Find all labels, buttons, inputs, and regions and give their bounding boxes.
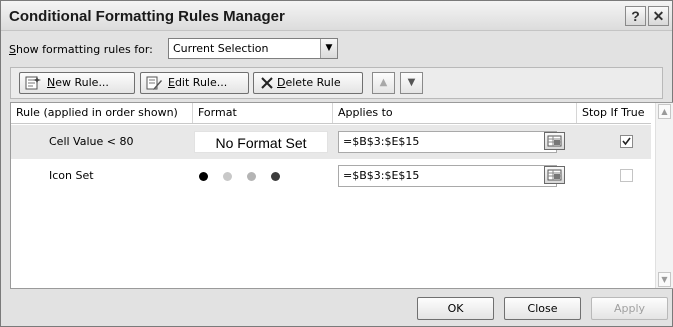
rule-row[interactable]: Icon Set =$B$3:$E$15 <box>11 159 651 193</box>
move-up-arrow-icon[interactable]: ▲ <box>372 72 395 94</box>
close-button[interactable]: Close <box>504 297 581 320</box>
stop-if-true-checkbox[interactable] <box>620 169 633 182</box>
close-window-button[interactable]: ✕ <box>648 6 669 26</box>
icon-set-dot-icon <box>271 172 280 181</box>
help-button[interactable]: ? <box>625 6 646 26</box>
new-rule-icon <box>25 76 41 90</box>
rules-grid-header: Rule (applied in order shown) Format App… <box>11 103 651 124</box>
scroll-down-icon[interactable]: ▼ <box>658 272 671 287</box>
move-down-arrow-icon[interactable]: ▼ <box>400 72 423 94</box>
edit-rule-label: Edit Rule... <box>168 76 228 89</box>
icon-set-dot-icon <box>223 172 232 181</box>
column-header-format[interactable]: Format <box>193 103 333 123</box>
icon-set-dot-icon <box>247 172 256 181</box>
range-selector-icon[interactable] <box>544 166 565 184</box>
rules-toolbar: New Rule... Edit Rule... Delete Rule ▲ ▼ <box>10 67 663 99</box>
ok-button[interactable]: OK <box>417 297 494 320</box>
delete-rule-label: Delete Rule <box>277 76 341 89</box>
applies-to-input[interactable]: =$B$3:$E$15 <box>338 165 557 187</box>
column-header-stop-if-true[interactable]: Stop If True <box>577 103 651 123</box>
range-selector-icon[interactable] <box>544 132 565 150</box>
chevron-down-icon[interactable]: ▼ <box>320 39 337 58</box>
title-bar: Conditional Formatting Rules Manager ? ✕ <box>1 1 672 31</box>
conditional-formatting-dialog: Conditional Formatting Rules Manager ? ✕… <box>0 0 673 327</box>
edit-rule-button[interactable]: Edit Rule... <box>140 72 249 94</box>
rules-grid: Rule (applied in order shown) Format App… <box>10 102 673 289</box>
edit-rule-icon <box>146 76 162 90</box>
icon-set-dot-icon <box>199 172 208 181</box>
window-title: Conditional Formatting Rules Manager <box>9 8 285 25</box>
rule-name: Icon Set <box>49 169 94 182</box>
format-preview: No Format Set <box>194 131 328 153</box>
show-rules-dropdown[interactable]: Current Selection ▼ <box>168 38 338 59</box>
rule-row[interactable]: Cell Value < 80 No Format Set =$B$3:$E$1… <box>11 125 651 159</box>
new-rule-label: New Rule... <box>47 76 109 89</box>
delete-x-icon <box>259 76 275 90</box>
rule-name: Cell Value < 80 <box>49 135 134 148</box>
new-rule-button[interactable]: New Rule... <box>19 72 135 94</box>
apply-button[interactable]: Apply <box>591 297 668 320</box>
column-header-applies-to[interactable]: Applies to <box>333 103 577 123</box>
delete-rule-button[interactable]: Delete Rule <box>253 72 363 94</box>
scroll-up-icon[interactable]: ▲ <box>658 104 671 119</box>
applies-to-input[interactable]: =$B$3:$E$15 <box>338 131 557 153</box>
show-rules-label: Show formatting rules for: <box>9 43 153 56</box>
show-rules-selected-value: Current Selection <box>173 42 269 55</box>
stop-if-true-checkbox[interactable] <box>620 135 633 148</box>
column-header-rule[interactable]: Rule (applied in order shown) <box>11 103 193 123</box>
rules-grid-scrollbar[interactable]: ▲ ▼ <box>655 103 673 288</box>
